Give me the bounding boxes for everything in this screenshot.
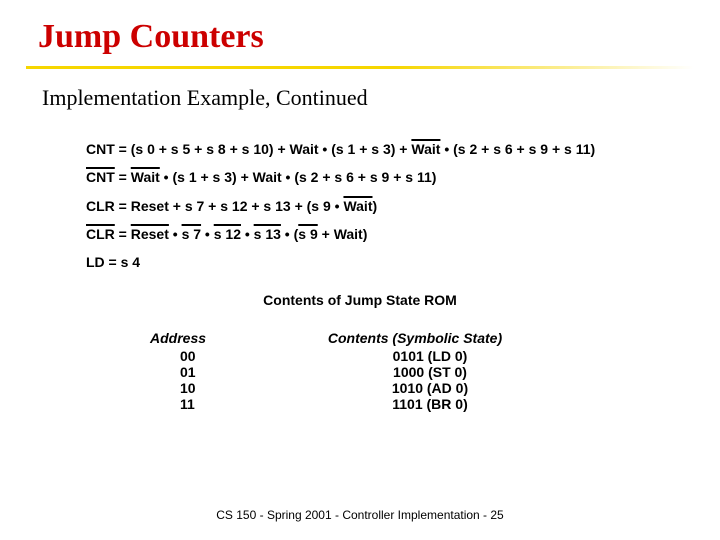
rom-content: 1010 (AD 0) [290,380,570,396]
eq-overline: CLR [86,226,115,242]
eq-text: = [115,226,131,242]
rom-table: Address Contents (Symbolic State) 00 010… [150,330,570,412]
rom-content: 1101 (BR 0) [290,396,570,412]
rom-addr: 11 [150,396,290,412]
slide-title: Jump Counters [0,0,720,66]
eq-overline: s 12 [214,226,241,242]
eq-overline: Wait [131,169,160,185]
table-row: 11 1101 (BR 0) [150,396,570,412]
table-row: 01 1000 (ST 0) [150,364,570,380]
slide-footer: CS 150 - Spring 2001 - Controller Implem… [0,508,720,522]
eq-overline: Wait [343,198,372,214]
eq-overline: Wait [411,141,440,157]
rom-hdr-address: Address [150,330,260,346]
rom-hdr-contents: Contents (Symbolic State) [260,330,570,346]
eq-overline: s 7 [182,226,201,242]
eq-text: CNT = (s 0 + s 5 + s 8 + s 10) + Wait • … [86,141,411,157]
rom-addr: 01 [150,364,290,380]
rom-caption: Contents of Jump State ROM [0,292,720,308]
table-row: 00 0101 (LD 0) [150,348,570,364]
eq-text: • (s 2 + s 6 + s 9 + s 11) [440,141,595,157]
eq-cnt2: CNT = Wait • (s 1 + s 3) + Wait • (s 2 +… [86,167,720,187]
rom-content: 1000 (ST 0) [290,364,570,380]
eq-text: • ( [281,226,298,242]
rom-addr: 10 [150,380,290,396]
eq-text: • (s 1 + s 3) + Wait • (s 2 + s 6 + s 9 … [160,169,437,185]
eq-overline: s 13 [254,226,281,242]
rom-addr: 00 [150,348,290,364]
slide-subtitle: Implementation Example, Continued [0,69,720,111]
eq-text: • [201,226,214,242]
eq-overline: CNT [86,169,115,185]
eq-cnt1: CNT = (s 0 + s 5 + s 8 + s 10) + Wait • … [86,139,720,159]
eq-text: • [241,226,254,242]
eq-text: + Wait) [318,226,368,242]
eq-text: • [169,226,182,242]
eq-text: = [115,169,131,185]
eq-overline: s 9 [298,226,317,242]
eq-overline: Reset [131,226,169,242]
eq-ld: LD = s 4 [86,252,720,272]
table-row: 10 1010 (AD 0) [150,380,570,396]
eq-text: CLR = Reset + s 7 + s 12 + s 13 + (s 9 • [86,198,343,214]
rom-header: Address Contents (Symbolic State) [150,330,570,346]
rom-content: 0101 (LD 0) [290,348,570,364]
equations-block: CNT = (s 0 + s 5 + s 8 + s 10) + Wait • … [0,111,720,272]
eq-clr2: CLR = Reset • s 7 • s 12 • s 13 • (s 9 +… [86,224,720,244]
eq-text: ) [373,198,378,214]
eq-clr1: CLR = Reset + s 7 + s 12 + s 13 + (s 9 •… [86,196,720,216]
